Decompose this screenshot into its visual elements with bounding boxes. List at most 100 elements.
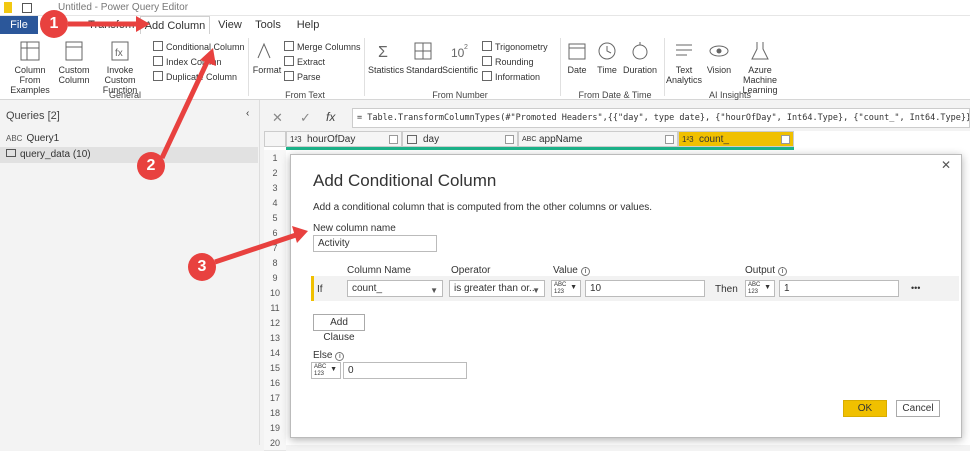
row-number[interactable]: 13: [264, 330, 286, 346]
query-item-selected[interactable]: query_data (10): [0, 147, 258, 163]
output-type-select[interactable]: ABC 123 ▼: [745, 280, 775, 297]
dropdown-icon[interactable]: [781, 135, 790, 144]
trigonometry-button[interactable]: Trigonometry: [482, 40, 548, 54]
title-bar: Untitled - Power Query Editor: [0, 0, 970, 16]
new-column-name-input[interactable]: Activity: [313, 235, 437, 252]
add-clause-button[interactable]: Add Clause: [313, 314, 365, 343]
dropdown-icon[interactable]: [389, 135, 398, 144]
row-number[interactable]: 6: [264, 225, 286, 241]
separator: [364, 38, 365, 96]
row-number[interactable]: 14: [264, 345, 286, 361]
tab-help[interactable]: Help: [290, 16, 326, 34]
conditional-column-button[interactable]: Conditional Column: [153, 40, 245, 54]
cancel-formula-icon[interactable]: ✕: [272, 110, 283, 126]
row-number[interactable]: 9: [264, 270, 286, 286]
callout-1: 1: [40, 10, 68, 38]
row-number[interactable]: 10: [264, 285, 286, 301]
custom-column-button[interactable]: Custom Column: [58, 40, 90, 85]
row-number[interactable]: 4: [264, 195, 286, 211]
row-number[interactable]: 19: [264, 420, 286, 436]
tab-tools[interactable]: Tools: [250, 16, 286, 34]
row-number[interactable]: 20: [264, 435, 286, 451]
vision-button[interactable]: Vision: [704, 40, 734, 75]
query-item[interactable]: ABC Query1: [6, 131, 59, 147]
tab-transform[interactable]: Transform: [88, 16, 138, 34]
column-header-count[interactable]: 1²3 count_: [678, 131, 794, 147]
formula-input[interactable]: = Table.TransformColumnTypes(#"Promoted …: [352, 108, 970, 128]
index-column-button[interactable]: Index Column: [153, 55, 222, 69]
text-analytics-button[interactable]: Text Analytics: [666, 40, 702, 85]
row-number[interactable]: 15: [264, 360, 286, 376]
separator: [560, 38, 561, 96]
merge-columns-button[interactable]: Merge Columns: [284, 40, 361, 54]
operator-select[interactable]: is greater than or... ▼: [449, 280, 545, 297]
information-button[interactable]: Information: [482, 70, 540, 84]
column-header-appname[interactable]: ABC appName: [518, 131, 678, 147]
collapse-chevron-icon[interactable]: ‹: [246, 108, 249, 119]
row-number[interactable]: 8: [264, 255, 286, 271]
column-from-examples-button[interactable]: Column From Examples: [4, 40, 56, 95]
value-header: Value i: [553, 265, 590, 276]
rounding-button[interactable]: Rounding: [482, 55, 534, 69]
value-type-select[interactable]: ABC 123 ▼: [551, 280, 581, 297]
column-name-select[interactable]: count_ ▼: [347, 280, 443, 297]
fx-icon[interactable]: fx: [326, 110, 335, 124]
cancel-button[interactable]: Cancel: [896, 400, 940, 417]
formula-bar: ✕ ✓ fx = Table.TransformColumnTypes(#"Pr…: [262, 108, 970, 128]
format-icon: [257, 42, 271, 59]
row-number[interactable]: 3: [264, 180, 286, 196]
output-input[interactable]: 1: [779, 280, 899, 297]
row-number[interactable]: 7: [264, 240, 286, 256]
new-column-name-label: New column name: [313, 223, 396, 234]
row-number[interactable]: 12: [264, 315, 286, 331]
tab-file[interactable]: File: [0, 16, 38, 34]
duration-button[interactable]: Duration: [622, 40, 658, 75]
column-name-header: Column Name: [347, 265, 411, 276]
rounding-icon: [482, 56, 492, 66]
format-button[interactable]: Format: [252, 40, 282, 75]
column-header-hourofday[interactable]: 1²3 hourOfDay: [286, 131, 402, 147]
more-options-icon[interactable]: •••: [911, 283, 920, 293]
window-title: Untitled - Power Query Editor: [58, 2, 189, 13]
save-icon[interactable]: [22, 3, 32, 13]
commit-formula-icon[interactable]: ✓: [300, 110, 311, 126]
azure-ml-button[interactable]: Azure Machine Learning: [736, 40, 784, 95]
tab-view[interactable]: View: [212, 16, 248, 34]
tab-add-column[interactable]: Add Column: [140, 16, 210, 34]
standard-button[interactable]: Standard: [406, 40, 443, 75]
parse-button[interactable]: Parse: [284, 70, 321, 84]
column-header-day[interactable]: day: [402, 131, 518, 147]
callout-2: 2: [137, 152, 165, 180]
dropdown-icon[interactable]: [665, 135, 674, 144]
invoke-custom-function-button[interactable]: fx Invoke Custom Function: [92, 40, 148, 95]
row-number[interactable]: 5: [264, 210, 286, 226]
row-number[interactable]: 1: [264, 150, 286, 166]
value-input[interactable]: 10: [585, 280, 705, 297]
info-icon[interactable]: i: [778, 267, 788, 276]
chevron-down-icon: ▼: [330, 366, 337, 373]
row-number[interactable]: 2: [264, 165, 286, 181]
extract-button[interactable]: Extract: [284, 55, 325, 69]
else-type-select[interactable]: ABC 123 ▼: [311, 362, 341, 379]
statistics-button[interactable]: Σ Statistics: [368, 40, 404, 75]
time-button[interactable]: Time: [594, 40, 620, 75]
else-input[interactable]: 0: [343, 362, 467, 379]
grid-corner[interactable]: [264, 131, 286, 147]
info-icon: [482, 71, 492, 81]
row-number[interactable]: 11: [264, 300, 286, 316]
stopwatch-icon: [632, 42, 648, 60]
info-icon[interactable]: i: [335, 352, 345, 361]
close-icon[interactable]: ✕: [941, 158, 951, 172]
row-number[interactable]: 18: [264, 405, 286, 421]
then-label: Then: [715, 284, 738, 295]
info-icon[interactable]: i: [580, 267, 590, 276]
app-icon: [4, 2, 12, 13]
date-button[interactable]: Date: [564, 40, 590, 75]
duplicate-column-button[interactable]: Duplicate Column: [153, 70, 237, 84]
ok-button[interactable]: OK: [843, 400, 887, 417]
scientific-button[interactable]: 10 2 Scientific: [442, 40, 478, 75]
row-number[interactable]: 17: [264, 390, 286, 406]
calendar-type-icon: [407, 135, 417, 144]
dropdown-icon[interactable]: [505, 135, 514, 144]
row-number[interactable]: 16: [264, 375, 286, 391]
